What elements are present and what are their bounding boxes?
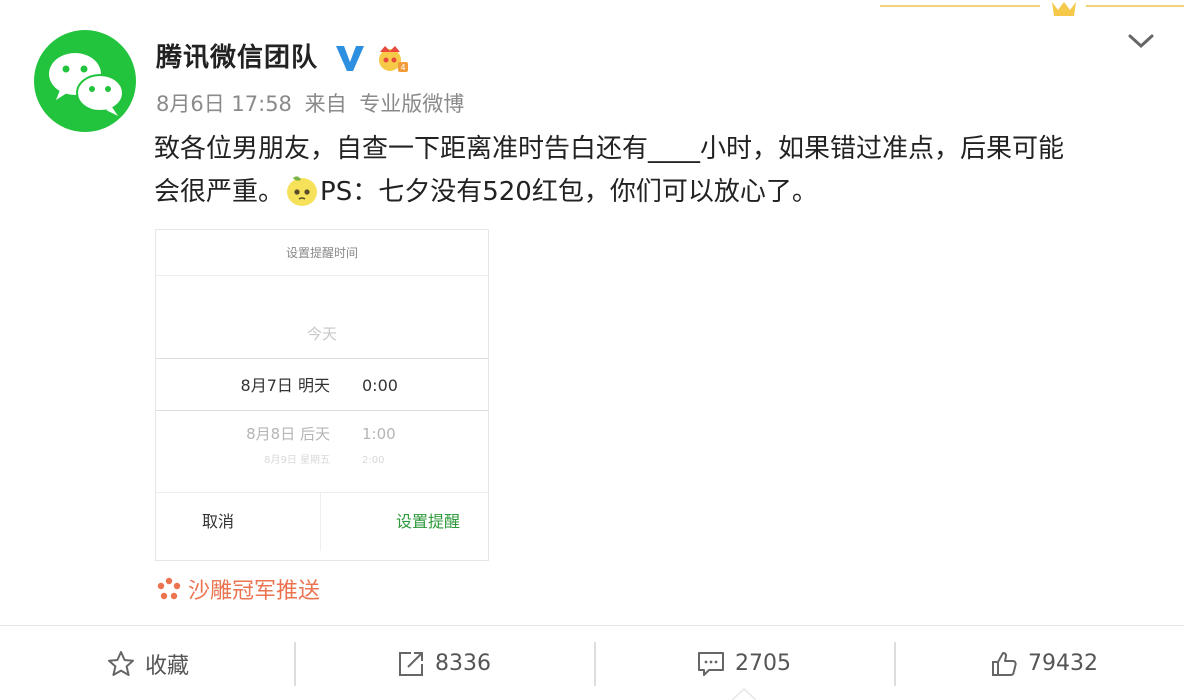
post-image[interactable]: 设置提醒时间 今天 8月7日 明天 0:00 8月8日 后天 1:00 8月9日… bbox=[155, 229, 489, 561]
source-text: 沙雕冠军推送 bbox=[188, 579, 321, 604]
crown-member-icon[interactable]: 4 bbox=[374, 42, 410, 74]
lemon-emoji-icon bbox=[287, 176, 318, 206]
dialog-footer: 取消 设置提醒 bbox=[156, 492, 488, 560]
comment-icon bbox=[698, 651, 724, 676]
chevron-down-icon[interactable] bbox=[1126, 26, 1156, 56]
picker-faded-date: 8月9日 星期五 bbox=[264, 455, 330, 466]
repost-count: 8336 bbox=[435, 651, 491, 676]
weibo-post: 腾讯微信团队 4 8月6日 17:58 来自 专业版微博 致各位男朋友，自查一下… bbox=[0, 0, 1184, 700]
post-meta: 8月6日 17:58 来自 专业版微博 bbox=[156, 88, 464, 120]
action-bar: 收藏 8336 2705 79432 bbox=[0, 625, 1184, 700]
thumbs-up-icon bbox=[992, 651, 1017, 676]
svg-text:4: 4 bbox=[400, 63, 405, 72]
verified-v-icon bbox=[336, 46, 364, 71]
picker-selected-date: 8月7日 明天 bbox=[240, 376, 330, 395]
picker-selected-time: 0:00 bbox=[362, 376, 398, 395]
favorite-button[interactable]: 收藏 bbox=[0, 626, 296, 700]
source-flower-icon bbox=[157, 577, 181, 600]
picker-today: 今天 bbox=[306, 325, 337, 343]
favorite-label: 收藏 bbox=[144, 653, 189, 679]
source-link[interactable]: 沙雕冠军推送 bbox=[156, 576, 320, 608]
post-date[interactable]: 8月6日 17:58 bbox=[156, 92, 292, 116]
like-count: 79432 bbox=[1028, 651, 1098, 676]
top-decoration bbox=[880, 2, 1184, 16]
post-text-line2: 会很严重。 PS：七夕没有520红包，你们可以放心了。 bbox=[154, 171, 1154, 214]
comment-caret bbox=[732, 688, 756, 700]
repost-button[interactable]: 8336 bbox=[296, 626, 592, 700]
picker-faded-time: 2:00 bbox=[362, 455, 385, 466]
share-icon bbox=[399, 651, 423, 676]
post-client[interactable]: 专业版微博 bbox=[359, 92, 464, 116]
post-text: 致各位男朋友，自查一下距离准时告白还有____小时，如果错过准点，后果可能 会很… bbox=[154, 128, 1154, 214]
picker-faded-row: 8月9日 星期五 2:00 bbox=[156, 446, 488, 476]
wechat-logo-icon bbox=[49, 53, 124, 116]
reminder-dialog-title: 设置提醒时间 bbox=[156, 230, 488, 276]
post-text-line1: 致各位男朋友，自查一下距离准时告白还有____小时，如果错过准点，后果可能 bbox=[154, 134, 1065, 164]
post-text-line2-a: 会很严重。 bbox=[154, 177, 285, 207]
comment-count: 2705 bbox=[735, 651, 791, 676]
picker-selected-row: 8月7日 明天 0:00 bbox=[156, 358, 488, 411]
dialog-cancel-button: 取消 bbox=[156, 493, 321, 551]
like-button[interactable]: 79432 bbox=[896, 626, 1184, 700]
dialog-confirm-button: 设置提醒 bbox=[395, 512, 460, 531]
post-text-line2-b: PS：七夕没有520红包，你们可以放心了。 bbox=[320, 177, 818, 207]
author-avatar[interactable] bbox=[34, 30, 136, 132]
author-name[interactable]: 腾讯微信团队 bbox=[156, 40, 318, 76]
from-label: 来自 bbox=[304, 92, 347, 116]
star-icon bbox=[107, 650, 134, 676]
